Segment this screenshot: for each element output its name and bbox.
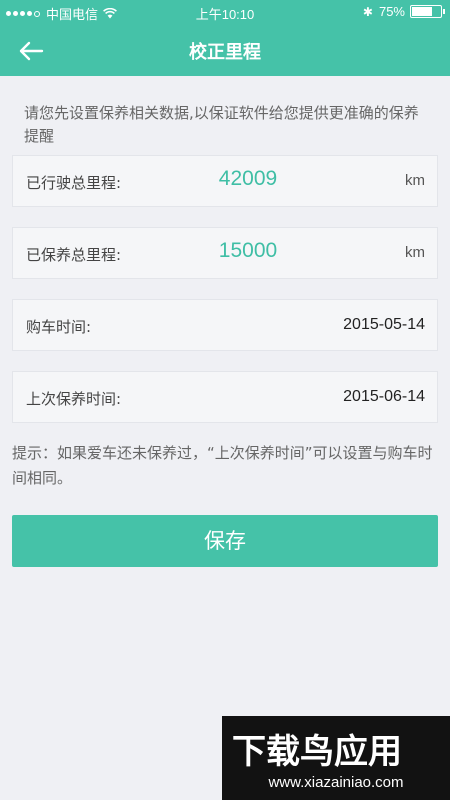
purchase-date-value[interactable]: 2015-05-14 xyxy=(343,316,425,334)
purchase-date-row[interactable]: 购车时间: 2015-05-14 xyxy=(12,299,438,351)
watermark-banner: 下载鸟应用 www.xiazainiao.com xyxy=(222,716,450,800)
last-maintenance-date-value[interactable]: 2015-06-14 xyxy=(343,388,425,406)
page-title: 校正里程 xyxy=(189,42,261,63)
battery-level xyxy=(412,7,432,16)
save-button[interactable]: 保存 xyxy=(12,515,438,567)
intro-text: 请您先设置保养相关数据,以保证软件给您提供更准确的保养提醒 xyxy=(24,104,419,145)
battery-icon xyxy=(410,5,445,18)
maintained-mileage-input[interactable]: 15000 xyxy=(183,239,313,263)
maintained-mileage-label: 已保养总里程: xyxy=(26,246,122,264)
maintained-mileage-unit: km xyxy=(405,244,425,261)
header-bar: 中国电信 上午10:10 ✱ 75% 校正里程 xyxy=(0,0,450,76)
watermark-logo: 下载鸟应用 xyxy=(232,732,402,772)
status-bar: 中国电信 上午10:10 ✱ 75% xyxy=(0,0,450,24)
total-mileage-input[interactable]: 42009 xyxy=(183,167,313,191)
total-mileage-row[interactable]: 已行驶总里程: 42009 km xyxy=(12,155,438,207)
total-mileage-unit: km xyxy=(405,172,425,189)
total-mileage-label: 已行驶总里程: xyxy=(26,174,122,192)
last-maintenance-date-row[interactable]: 上次保养时间: 2015-06-14 xyxy=(12,371,438,423)
last-maintenance-date-label: 上次保养时间: xyxy=(26,390,122,408)
status-right: ✱ 75% xyxy=(362,4,445,19)
purchase-date-label: 购车时间: xyxy=(26,318,92,336)
hint-text: 提示：如果爱车还未保养过，“上次保养时间”可以设置与购车时间相同。 xyxy=(12,444,433,487)
battery-percent: 75% xyxy=(378,4,405,19)
watermark-url: www.xiazainiao.com xyxy=(268,774,404,791)
maintained-mileage-row[interactable]: 已保养总里程: 15000 km xyxy=(12,227,438,279)
bluetooth-icon: ✱ xyxy=(362,4,373,19)
